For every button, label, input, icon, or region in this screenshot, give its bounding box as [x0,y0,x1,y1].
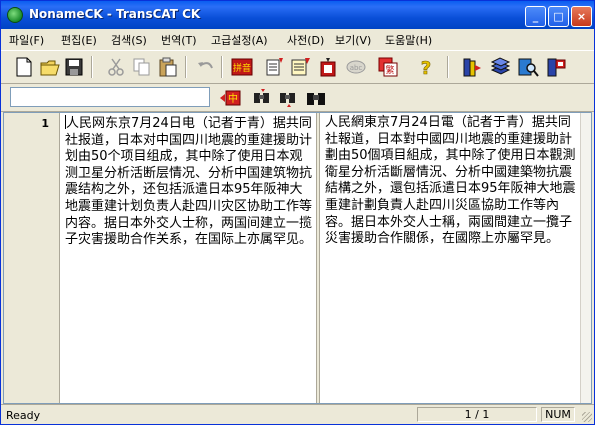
status-page: 1 / 1 [417,407,537,422]
toolbar-separator [447,56,449,78]
binoculars-icon[interactable] [305,87,327,109]
pane-splitter[interactable] [316,113,320,403]
find-prev-icon[interactable] [251,87,273,109]
svg-text:繁: 繁 [385,64,394,76]
convert-simplified-traditional-icon[interactable]: 繁 [377,56,399,78]
menu-edit[interactable]: 편집(E) [61,32,97,48]
app-icon[interactable] [7,7,23,23]
minimize-button[interactable]: _ [525,6,546,27]
menu-search[interactable]: 검색(S) [111,32,147,48]
toolbar-separator [221,56,223,78]
menu-dictionary[interactable]: 사전(D) [287,32,324,48]
undo-icon[interactable] [195,56,217,78]
target-text: 人民網東京7月24日電（記者于青）据共同社報道，日本對中國四川地震的重建援助計劃… [325,115,576,247]
line-number: 1 [41,117,49,130]
window-title: NonameCK - TransCAT CK [29,7,201,21]
status-bar: Ready 1 / 1 NUM [1,404,594,424]
close-button[interactable]: × [571,6,592,27]
cut-icon[interactable] [105,56,127,78]
resize-grip[interactable] [582,412,592,422]
book-arrow-icon[interactable] [461,56,483,78]
target-text-pane[interactable]: 人民網東京7月24日電（記者于青）据共同社報道，日本對中國四川地震的重建援助計劃… [322,113,580,403]
translate-down-icon[interactable] [263,56,285,78]
find-chinese-icon[interactable]: 中 [219,87,241,109]
menu-advanced[interactable]: 고급설정(A) [211,32,268,48]
menu-translate[interactable]: 번역(T) [161,32,197,48]
status-ready: Ready [6,409,41,422]
source-text-pane[interactable]: 人民网东京7月24日电（记者于青）据共同社报道，日本对中国四川地震的重建援助计划… [62,113,314,403]
flag-book-icon[interactable] [545,56,567,78]
hanja-convert-icon[interactable]: 拼音 [231,56,253,78]
toolbar-separator [185,56,187,78]
vertical-scrollbar[interactable] [580,113,591,403]
books-icon[interactable] [489,56,511,78]
copy-icon[interactable] [131,56,153,78]
help-label: ? [421,58,431,78]
translate-block-icon[interactable] [317,56,339,78]
title-bar[interactable]: NonameCK - TransCAT CK _ □ × [1,1,594,29]
svg-text:abc: abc [350,64,363,72]
search-book-icon[interactable] [517,56,539,78]
translate-all-icon[interactable] [289,56,311,78]
app-window: NonameCK - TransCAT CK _ □ × 파일(F) 편집(E)… [0,0,595,425]
editor-area: 1 人民网东京7月24日电（记者于青）据共同社报道，日本对中国四川地震的重建援助… [3,112,592,404]
menu-file[interactable]: 파일(F) [9,32,44,48]
find-chinese-label: 中 [228,92,238,105]
maximize-button[interactable]: □ [548,6,569,27]
hanja-label: 拼音 [233,62,251,74]
menu-view[interactable]: 보기(V) [335,32,371,48]
open-folder-icon[interactable] [39,56,61,78]
search-input[interactable] [10,87,210,107]
paste-icon[interactable] [157,56,179,78]
line-gutter: 1 [4,113,60,403]
main-toolbar: 拼音 abc 繁 ? [1,50,594,135]
dictionary-disabled-icon[interactable]: abc [345,56,367,78]
save-icon[interactable] [63,56,85,78]
status-num: NUM [541,407,575,422]
find-next-icon[interactable] [277,87,299,109]
help-icon[interactable]: ? [415,56,437,80]
menu-bar: 파일(F) 편집(E) 검색(S) 번역(T) 고급설정(A) 사전(D) 보기… [1,29,594,49]
menu-help[interactable]: 도움말(H) [385,32,432,48]
new-file-icon[interactable] [13,56,35,78]
source-text: 人民网东京7月24日电（记者于青）据共同社报道，日本对中国四川地震的重建援助计划… [65,116,313,248]
toolbar-separator [91,56,93,78]
